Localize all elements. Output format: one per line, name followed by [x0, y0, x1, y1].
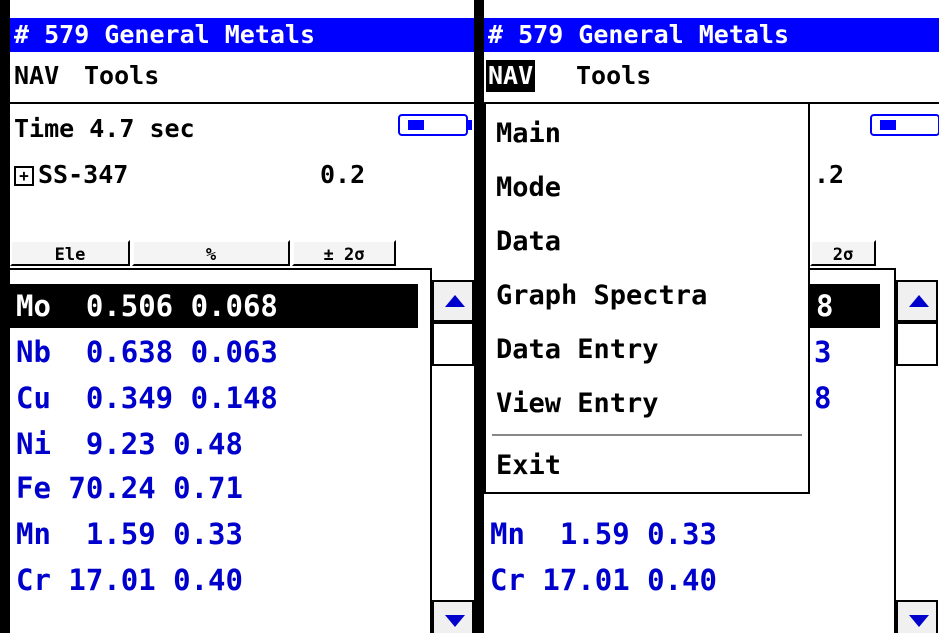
scroll-down-button[interactable] — [432, 600, 474, 633]
sample-name: SS-347 — [38, 160, 129, 189]
sample-match-value: 0.2 — [320, 160, 366, 189]
result-row-mo[interactable]: 8 — [810, 284, 880, 328]
arrow-up-icon — [445, 295, 465, 307]
scroll-thumb[interactable] — [896, 322, 938, 366]
nav-dropdown-menu: Main Mode Data Graph Spectra Data Entry … — [484, 102, 810, 494]
battery-icon — [870, 114, 939, 136]
menu-nav[interactable]: NAV — [12, 60, 61, 92]
menu-tools[interactable]: Tools — [574, 60, 653, 92]
arrow-down-icon — [909, 615, 929, 627]
right-screen: # 579 General Metals NAV Tools .2 2σ 8 3… — [484, 0, 939, 633]
scroll-up-button[interactable] — [432, 280, 474, 322]
arrow-down-icon — [445, 615, 465, 627]
result-row-ni[interactable]: Ni 9.23 0.48 — [10, 422, 243, 466]
nav-menu-data-entry[interactable]: Data Entry — [496, 328, 659, 372]
scroll-thumb[interactable] — [432, 322, 474, 366]
menu-separator — [492, 434, 802, 436]
scroll-down-button[interactable] — [896, 600, 938, 633]
arrow-up-icon — [909, 295, 929, 307]
column-header-sigma[interactable]: ± 2σ — [292, 240, 396, 266]
battery-icon — [398, 114, 472, 136]
measurement-time: Time 4.7 sec — [14, 114, 195, 143]
menu-nav[interactable]: NAV — [486, 60, 536, 92]
menu-bar: NAV Tools — [10, 52, 474, 104]
column-header-sigma[interactable]: 2σ — [810, 240, 876, 266]
nav-menu-exit[interactable]: Exit — [496, 444, 561, 488]
result-row-nb[interactable]: 3 — [810, 330, 831, 374]
left-screen: # 579 General Metals NAV Tools Time 4.7 … — [10, 0, 474, 633]
result-row-cr[interactable]: Cr 17.01 0.40 — [484, 558, 717, 602]
nav-menu-graph-spectra[interactable]: Graph Spectra — [496, 274, 707, 318]
menu-bar: NAV Tools — [484, 52, 939, 104]
result-row-cu[interactable]: 8 — [810, 376, 831, 420]
nav-menu-view-entry[interactable]: View Entry — [496, 382, 659, 426]
result-row-cr[interactable]: Cr 17.01 0.40 — [10, 558, 243, 602]
results-scrollbar[interactable] — [894, 268, 939, 633]
scroll-up-button[interactable] — [896, 280, 938, 322]
result-row-mn[interactable]: Mn 1.59 0.33 — [10, 512, 243, 556]
results-scrollbar[interactable] — [430, 268, 474, 633]
nav-menu-main[interactable]: Main — [496, 112, 561, 156]
result-row-mn[interactable]: Mn 1.59 0.33 — [484, 512, 717, 556]
title-bar: # 579 General Metals — [484, 18, 939, 52]
result-row-fe[interactable]: Fe 70.24 0.71 — [10, 466, 243, 510]
menu-tools[interactable]: Tools — [82, 60, 161, 92]
sample-id[interactable]: + SS-347 — [14, 160, 128, 189]
result-row-nb[interactable]: Nb 0.638 0.063 — [10, 330, 278, 374]
column-header-element[interactable]: Ele — [10, 240, 130, 266]
result-row-cu[interactable]: Cu 0.349 0.148 — [10, 376, 278, 420]
nav-menu-mode[interactable]: Mode — [496, 166, 561, 210]
plus-expand-icon[interactable]: + — [14, 166, 34, 186]
results-list: Mo 0.506 0.068 Nb 0.638 0.063 Cu 0.349 0… — [10, 268, 430, 633]
sample-match-value: .2 — [814, 160, 845, 189]
column-header-percent[interactable]: % — [132, 240, 290, 266]
nav-menu-data[interactable]: Data — [496, 220, 561, 264]
title-bar: # 579 General Metals — [10, 18, 474, 52]
result-row-mo[interactable]: Mo 0.506 0.068 — [10, 284, 418, 328]
